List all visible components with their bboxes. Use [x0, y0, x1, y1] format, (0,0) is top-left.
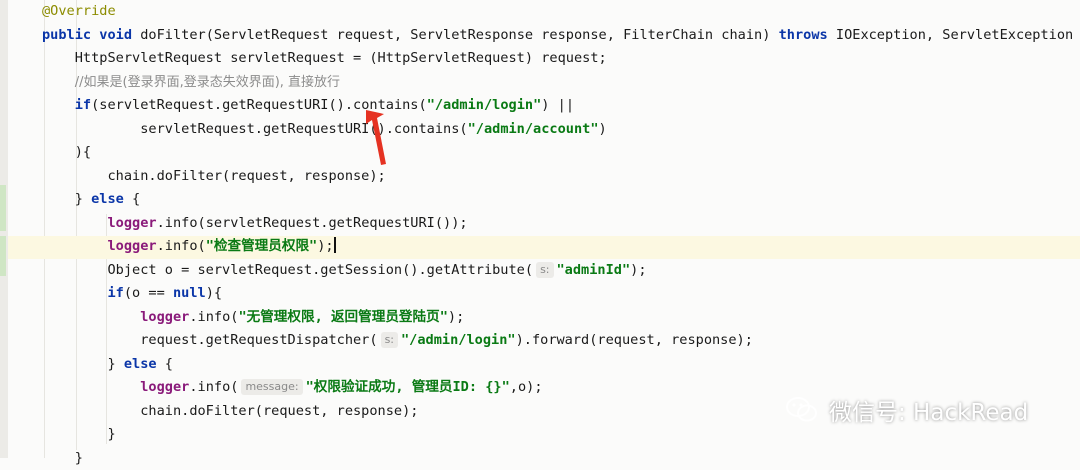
code-token: void — [99, 27, 140, 43]
code-token: "adminId" — [557, 262, 631, 278]
code-token — [42, 215, 107, 231]
code-line[interactable]: } — [42, 447, 1080, 470]
code-token: } — [42, 191, 91, 207]
code-token: logger — [140, 309, 189, 325]
change-marker — [0, 236, 6, 276]
code-line[interactable]: ){ — [42, 141, 1080, 165]
code-token: throws — [779, 27, 836, 43]
code-token: .info( — [189, 379, 238, 395]
code-token: ); — [630, 262, 646, 278]
code-token — [42, 74, 75, 90]
code-line[interactable]: servletRequest.getRequestURI().contains(… — [42, 118, 1080, 142]
red-arrow-annotation — [364, 106, 396, 170]
code-line[interactable]: request.getRequestDispatcher(s:"/admin/l… — [42, 329, 1080, 353]
code-token: null — [173, 285, 206, 301]
code-token: if — [75, 97, 91, 113]
code-token: { — [124, 191, 140, 207]
code-token: ); — [317, 238, 333, 254]
code-token: .info(servletRequest.getRequestURI()); — [157, 215, 468, 231]
code-line[interactable]: chain.doFilter(request, response); — [42, 165, 1080, 189]
code-token: Object o = servletRequest.getSession().g… — [42, 262, 533, 278]
code-line[interactable]: logger.info(servletRequest.getRequestURI… — [42, 212, 1080, 236]
code-line[interactable]: public void doFilter(ServletRequest requ… — [42, 24, 1080, 48]
code-token: logger — [107, 215, 156, 231]
code-token: ){ — [206, 285, 222, 301]
code-token: } — [42, 426, 116, 442]
code-token: ) — [599, 121, 607, 137]
code-token: "/admin/login" — [427, 97, 542, 113]
code-token: { — [157, 356, 173, 372]
code-token: "无管理权限, 返回管理员登陆页" — [238, 309, 447, 325]
code-token: else — [124, 356, 157, 372]
code-token: chain.doFilter(request, response); — [42, 168, 386, 184]
watermark-text: 微信号: HackRead — [829, 393, 1028, 427]
code-line[interactable]: } else { — [42, 188, 1080, 212]
parameter-hint: message: — [241, 379, 302, 395]
code-token: ) || — [541, 97, 574, 113]
change-marker — [0, 185, 6, 231]
code-token: ){ — [42, 144, 91, 160]
parameter-hint: s: — [536, 262, 553, 278]
code-token: HttpServletRequest servletRequest = (Htt… — [42, 50, 607, 66]
code-token: ).forward(request, response); — [516, 332, 753, 348]
code-token — [42, 238, 107, 254]
code-token: ,o); — [510, 379, 543, 395]
parameter-hint: s: — [381, 332, 398, 348]
wechat-icon — [785, 395, 819, 425]
code-token: "/admin/login" — [401, 332, 516, 348]
code-token: IOException, ServletException { — [836, 27, 1080, 43]
code-token: "/admin/account" — [468, 121, 599, 137]
code-line[interactable]: @Override — [42, 0, 1080, 24]
code-token: logger — [140, 379, 189, 395]
code-line[interactable]: } else { — [42, 353, 1080, 377]
code-line[interactable]: //如果是(登录界面,登录态失效界面), 直接放行 — [42, 71, 1080, 95]
code-token: //如果是(登录界面,登录态失效界面), 直接放行 — [75, 75, 340, 90]
code-token: } — [42, 356, 124, 372]
code-line[interactable]: logger.info("无管理权限, 返回管理员登陆页"); — [42, 306, 1080, 330]
code-token — [42, 285, 107, 301]
watermark: 微信号: HackRead — [785, 392, 1028, 428]
code-token: doFilter(ServletRequest request, Servlet… — [140, 27, 778, 43]
code-line[interactable]: HttpServletRequest servletRequest = (Htt… — [42, 47, 1080, 71]
code-token — [42, 379, 140, 395]
code-line[interactable]: Object o = servletRequest.getSession().g… — [42, 259, 1080, 283]
code-token: .info( — [157, 238, 206, 254]
code-editor[interactable]: @Override public void doFilter(ServletReq… — [0, 0, 1080, 458]
code-token: if — [107, 285, 123, 301]
code-token: logger — [107, 238, 156, 254]
code-token: ); — [448, 309, 464, 325]
code-token: .info( — [189, 309, 238, 325]
code-line[interactable]: if(o == null){ — [42, 282, 1080, 306]
code-token — [42, 97, 75, 113]
code-line[interactable]: if(servletRequest.getRequestURI().contai… — [42, 94, 1080, 118]
code-token: servletRequest.getRequestURI().contains( — [42, 121, 468, 137]
text-cursor — [334, 237, 336, 253]
code-token — [42, 309, 140, 325]
code-token: chain.doFilter(request, response); — [42, 403, 418, 419]
code-token: (o == — [124, 285, 173, 301]
code-token: "检查管理员权限" — [206, 238, 318, 254]
code-token: @Override — [42, 3, 116, 19]
code-token: else — [91, 191, 124, 207]
code-token: request.getRequestDispatcher( — [42, 332, 378, 348]
code-line[interactable]: logger.info("检查管理员权限"); — [42, 235, 1080, 259]
code-token: public — [42, 27, 99, 43]
code-token: "权限验证成功, 管理员ID: {}" — [306, 379, 510, 395]
